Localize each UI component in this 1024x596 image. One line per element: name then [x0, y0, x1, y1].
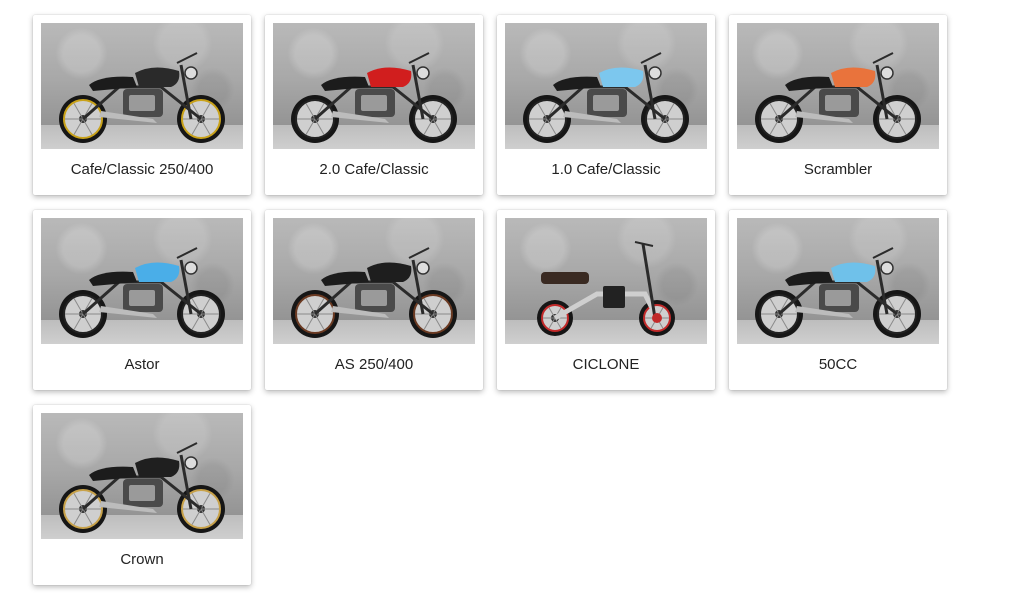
- product-image[interactable]: [505, 218, 707, 344]
- product-grid: Cafe/Classic 250/400 2.0 Cafe/Classic 1.…: [33, 15, 947, 585]
- seat: [321, 76, 369, 91]
- headlight: [416, 66, 430, 80]
- engine-cover: [129, 290, 155, 306]
- handlebar: [176, 442, 198, 454]
- product-image[interactable]: [737, 23, 939, 149]
- product-card[interactable]: Astor: [33, 210, 251, 390]
- handlebar: [176, 52, 198, 64]
- seat: [785, 271, 833, 286]
- fuel-tank: [367, 262, 412, 282]
- product-card[interactable]: 2.0 Cafe/Classic: [265, 15, 483, 195]
- fuel-tank: [831, 262, 876, 282]
- engine-cover: [129, 95, 155, 111]
- product-image[interactable]: [505, 23, 707, 149]
- handlebar: [176, 247, 198, 259]
- product-name[interactable]: CICLONE: [497, 356, 715, 373]
- headlight: [880, 261, 894, 275]
- engine-cover: [825, 95, 851, 111]
- engine-cover: [825, 290, 851, 306]
- product-image[interactable]: [41, 23, 243, 149]
- handlebar: [408, 52, 430, 64]
- motorcycle-icon: [755, 247, 921, 338]
- motorcycle-icon: [755, 52, 921, 143]
- product-name[interactable]: Crown: [33, 551, 251, 568]
- fuel-tank: [599, 67, 644, 87]
- headlight: [648, 66, 662, 80]
- handlebar: [640, 52, 662, 64]
- product-name[interactable]: Astor: [33, 356, 251, 373]
- fuel-tank: [135, 457, 180, 477]
- headlight: [880, 66, 894, 80]
- seat: [89, 271, 137, 286]
- engine-cover: [361, 95, 387, 111]
- product-name[interactable]: Cafe/Classic 250/400: [33, 161, 251, 178]
- fuel-tank: [135, 67, 180, 87]
- product-card[interactable]: 50CC: [729, 210, 947, 390]
- scooter-icon: [537, 241, 675, 336]
- seat: [321, 271, 369, 286]
- fuel-tank: [135, 262, 180, 282]
- headlight: [184, 261, 198, 275]
- motorcycle-icon: [59, 247, 225, 338]
- product-image[interactable]: [41, 218, 243, 344]
- handlebar: [872, 52, 894, 64]
- engine-cover: [593, 95, 619, 111]
- product-image[interactable]: [273, 23, 475, 149]
- engine-cover: [361, 290, 387, 306]
- engine-cover: [129, 485, 155, 501]
- brake-caliper: [652, 313, 662, 323]
- product-name[interactable]: 1.0 Cafe/Classic: [497, 161, 715, 178]
- headlight: [184, 456, 198, 470]
- headlight: [416, 261, 430, 275]
- product-card[interactable]: Scrambler: [729, 15, 947, 195]
- seat: [89, 76, 137, 91]
- product-image[interactable]: [273, 218, 475, 344]
- product-card[interactable]: CICLONE: [497, 210, 715, 390]
- seat: [89, 466, 137, 481]
- product-card[interactable]: Cafe/Classic 250/400: [33, 15, 251, 195]
- handlebar: [872, 247, 894, 259]
- product-card[interactable]: 1.0 Cafe/Classic: [497, 15, 715, 195]
- product-name[interactable]: AS 250/400: [265, 356, 483, 373]
- product-image[interactable]: [41, 413, 243, 539]
- headlight: [184, 66, 198, 80]
- motorcycle-icon: [291, 247, 457, 338]
- motorcycle-icon: [59, 52, 225, 143]
- fuel-tank: [831, 67, 876, 87]
- seat: [541, 272, 589, 284]
- handlebar: [408, 247, 430, 259]
- motorcycle-icon: [291, 52, 457, 143]
- product-card[interactable]: Crown: [33, 405, 251, 585]
- motorcycle-icon: [59, 442, 225, 533]
- product-name[interactable]: 2.0 Cafe/Classic: [265, 161, 483, 178]
- fuel-tank: [367, 67, 412, 87]
- seat: [553, 76, 601, 91]
- product-card[interactable]: AS 250/400: [265, 210, 483, 390]
- product-image[interactable]: [737, 218, 939, 344]
- motorcycle-icon: [523, 52, 689, 143]
- product-name[interactable]: Scrambler: [729, 161, 947, 178]
- battery-box: [603, 286, 625, 308]
- seat: [785, 76, 833, 91]
- product-name[interactable]: 50CC: [729, 356, 947, 373]
